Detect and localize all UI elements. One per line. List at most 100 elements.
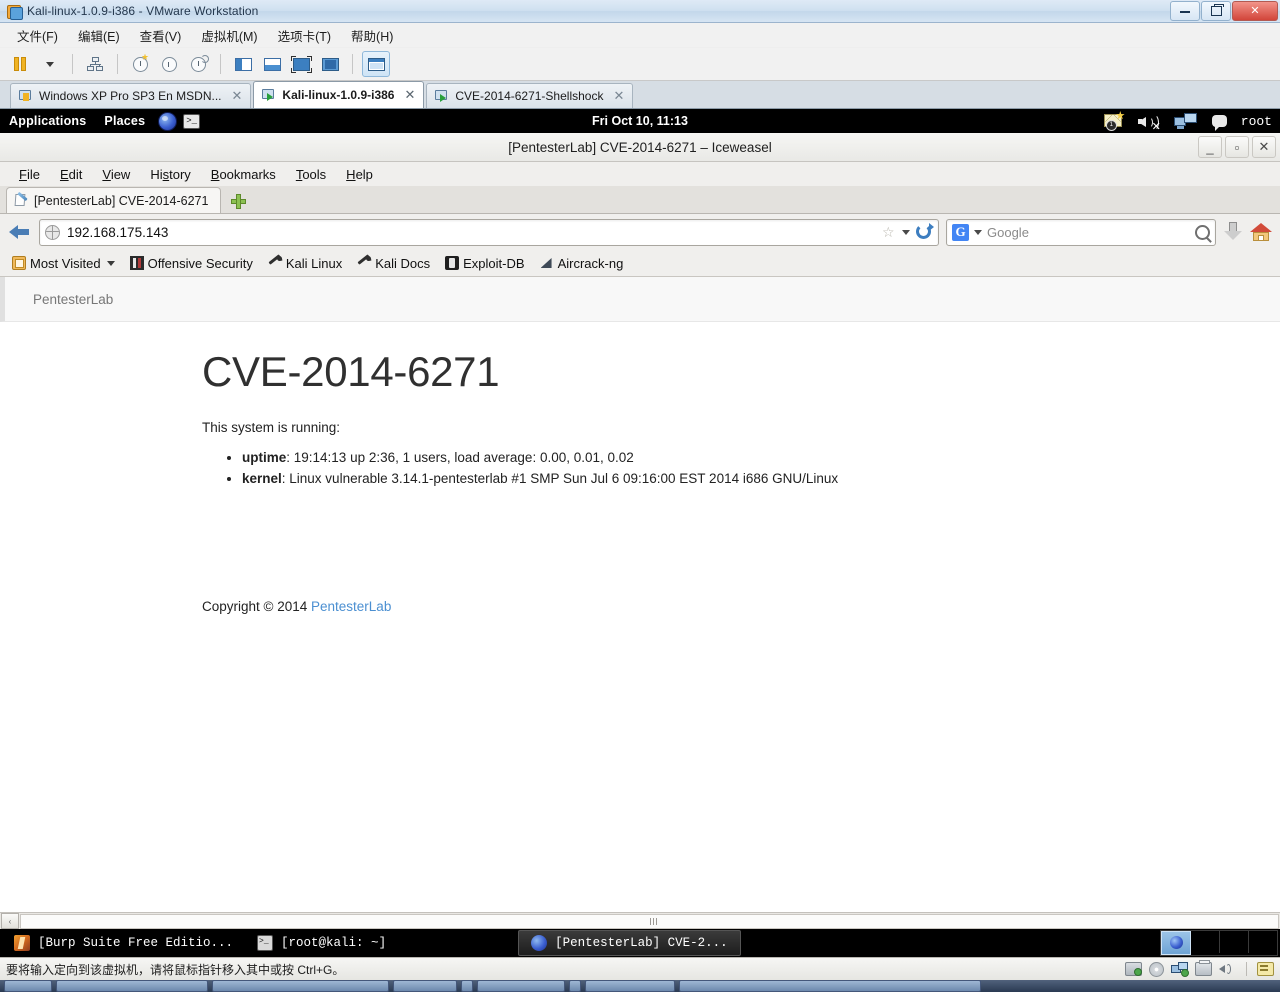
browser-maximize-button[interactable]: ▫	[1225, 136, 1249, 158]
vmware-menu-vm[interactable]: 虚拟机(M)	[192, 23, 266, 48]
google-engine-icon[interactable]: G	[952, 223, 969, 241]
unity-mode-icon[interactable]	[317, 52, 343, 76]
revert-snapshot-icon[interactable]	[156, 52, 182, 76]
vmware-close-button[interactable]: ✕	[1232, 1, 1278, 21]
vm-tab-close-icon[interactable]: ✕	[404, 87, 415, 103]
current-user-label[interactable]: root	[1241, 114, 1272, 129]
vm-tab-shellshock[interactable]: CVE-2014-6271-Shellshock ✕	[426, 83, 634, 108]
workspace-window-thumb	[1170, 936, 1183, 949]
browser-minimize-button[interactable]: _	[1198, 136, 1222, 158]
network-icon[interactable]	[1173, 112, 1198, 130]
bookmark-kali-docs[interactable]: Kali Docs	[351, 254, 436, 273]
back-button-icon[interactable]	[8, 222, 32, 242]
vm-tab-kali-linux[interactable]: Kali-linux-1.0.9-i386 ✕	[253, 81, 425, 108]
volume-muted-icon[interactable]: ✕	[1137, 113, 1161, 132]
browser-horizontal-scrollbar[interactable]: ‹	[0, 912, 1280, 929]
browser-menu-history[interactable]: History	[141, 165, 199, 184]
scrollbar-track[interactable]	[20, 913, 1279, 929]
address-bar[interactable]: 192.168.175.143 ☆	[39, 218, 939, 246]
search-engine-chevron-icon[interactable]	[974, 229, 982, 235]
workspace-3[interactable]	[1220, 931, 1249, 953]
browser-close-button[interactable]: ✕	[1252, 136, 1276, 158]
vm-tab-close-icon[interactable]: ✕	[232, 88, 243, 104]
page-footer: Copyright © 2014 PentesterLab	[202, 599, 1280, 614]
search-icon[interactable]	[1195, 224, 1210, 240]
offensive-security-icon	[129, 256, 144, 270]
message-log-icon[interactable]	[1257, 962, 1274, 976]
vmware-menu-help[interactable]: 帮助(H)	[342, 23, 402, 48]
iceweasel-launcher-icon[interactable]	[158, 111, 178, 131]
manage-snapshots-icon[interactable]	[82, 52, 108, 76]
enter-fullscreen-icon[interactable]	[288, 52, 314, 76]
taskbar-start-button[interactable]	[4, 980, 52, 992]
vmware-menu-file[interactable]: 文件(F)	[8, 23, 67, 48]
browser-menu-file[interactable]: FFileile	[10, 165, 49, 184]
vmware-menu-view[interactable]: 查看(V)	[131, 23, 191, 48]
vmware-restore-button[interactable]	[1201, 1, 1231, 21]
taskbar-item-iceweasel[interactable]: [PentesterLab] CVE-2...	[518, 930, 741, 956]
taskbar-window-item[interactable]	[477, 980, 565, 992]
vm-tab-close-icon[interactable]: ✕	[613, 88, 624, 104]
copyright-text: Copyright © 2014	[202, 599, 312, 614]
downloads-icon[interactable]	[1223, 221, 1243, 243]
bookmark-aircrack-ng[interactable]: Aircrack-ng	[534, 254, 630, 273]
taskbar-item-burp-suite[interactable]: [Burp Suite Free Editio...	[2, 931, 245, 955]
mail-notification-icon[interactable]: 1	[1103, 111, 1125, 131]
bookmark-offensive-security[interactable]: Offensive Security	[124, 254, 259, 273]
show-sidebar-icon[interactable]	[230, 52, 256, 76]
taskbar-window-item[interactable]	[56, 980, 208, 992]
browser-menu-view[interactable]: View	[93, 165, 139, 184]
workspace-2[interactable]	[1191, 931, 1220, 953]
printer-icon[interactable]	[1195, 960, 1212, 976]
places-menu[interactable]: Places	[95, 114, 154, 128]
search-bar[interactable]: G Google	[946, 218, 1216, 246]
taskbar-window-item[interactable]	[393, 980, 457, 992]
new-tab-button[interactable]	[225, 189, 251, 213]
vmware-menu-tabs[interactable]: 选项卡(T)	[269, 23, 340, 48]
network-adapter-icon[interactable]	[1171, 962, 1189, 977]
bookmark-label: Kali Linux	[285, 255, 343, 271]
browser-tab-pentesterlab[interactable]: [PentesterLab] CVE-2014-6271	[6, 187, 222, 213]
console-view-icon[interactable]	[362, 51, 390, 77]
bookmark-label: Offensive Security	[147, 255, 253, 271]
snapshot-manager-icon[interactable]	[185, 52, 211, 76]
workspace-1[interactable]	[1161, 931, 1191, 955]
take-snapshot-icon[interactable]	[127, 52, 153, 76]
browser-menu-bookmarks[interactable]: Bookmarks	[202, 165, 285, 184]
home-icon[interactable]	[1250, 222, 1272, 242]
vm-running-icon	[262, 88, 276, 102]
taskbar-empty-area[interactable]	[679, 980, 981, 992]
terminal-launcher-icon[interactable]	[183, 113, 201, 129]
scrollbar-grip[interactable]	[649, 917, 659, 925]
bookmark-exploit-db[interactable]: Exploit-DB	[439, 254, 530, 273]
browser-menu-tools[interactable]: Tools	[287, 165, 335, 184]
chevron-down-icon[interactable]	[902, 229, 910, 235]
show-thumbnail-bar-icon[interactable]	[259, 52, 285, 76]
taskbar-window-item[interactable]	[585, 980, 675, 992]
cd-dvd-icon[interactable]	[1149, 961, 1164, 977]
kali-dragon-icon	[357, 256, 371, 270]
site-brand[interactable]: PentesterLab	[5, 292, 113, 307]
power-pause-icon[interactable]	[8, 52, 34, 76]
browser-menu-help[interactable]: Help	[337, 165, 382, 184]
pentesterlab-link[interactable]: PentesterLab	[311, 599, 391, 614]
applications-menu[interactable]: Applications	[0, 114, 95, 128]
taskbar-window-item[interactable]	[212, 980, 389, 992]
workspace-4[interactable]	[1249, 931, 1277, 953]
hard-disk-icon[interactable]	[1125, 962, 1142, 976]
scroll-left-button[interactable]: ‹	[1, 913, 19, 929]
reload-icon[interactable]	[915, 223, 934, 241]
vmware-title-bar: Kali-linux-1.0.9-i386 - VMware Workstati…	[0, 0, 1280, 23]
vm-tab-windows-xp[interactable]: Windows XP Pro SP3 En MSDN... ✕	[10, 83, 252, 108]
chat-status-icon[interactable]	[1211, 115, 1227, 131]
bookmark-star-icon[interactable]: ☆	[882, 225, 897, 240]
gnome-top-panel: Applications Places Fri Oct 10, 11:13 1 …	[0, 109, 1280, 133]
vmware-menu-edit[interactable]: 编辑(E)	[69, 23, 129, 48]
vmware-minimize-button[interactable]	[1170, 1, 1200, 21]
bookmark-kali-linux[interactable]: Kali Linux	[262, 254, 348, 273]
browser-menu-edit[interactable]: Edit	[51, 165, 91, 184]
bookmark-most-visited[interactable]: Most Visited	[6, 254, 121, 273]
sound-card-icon[interactable]	[1219, 962, 1236, 976]
power-dropdown-icon[interactable]	[37, 52, 63, 76]
taskbar-item-terminal[interactable]: [root@kali: ~]	[245, 931, 398, 955]
